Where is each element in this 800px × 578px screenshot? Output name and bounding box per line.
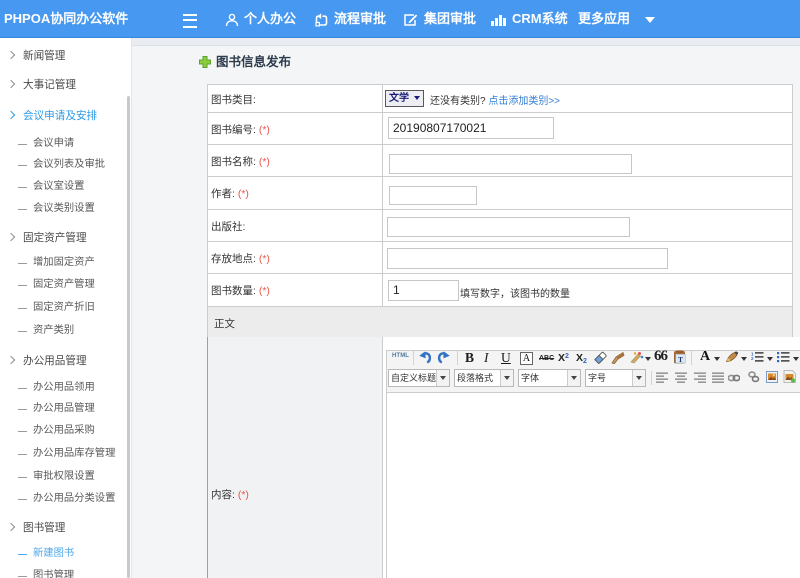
svg-text:2: 2 bbox=[751, 356, 754, 361]
svg-text:T: T bbox=[678, 355, 683, 364]
